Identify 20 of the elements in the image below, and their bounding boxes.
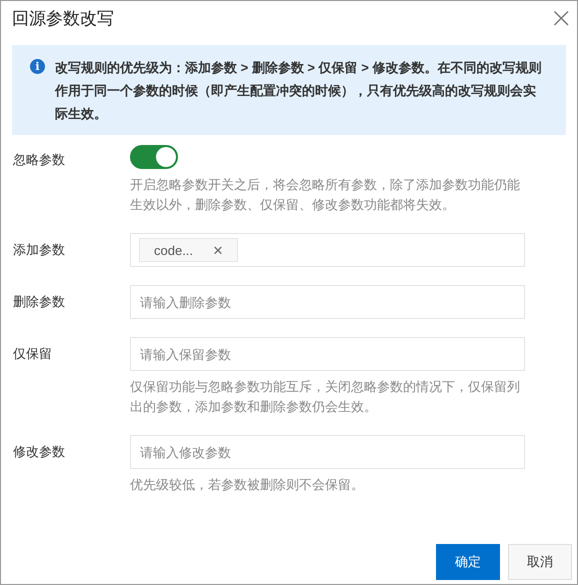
field-label: 忽略参数 bbox=[13, 151, 66, 169]
field-label: 删除参数 bbox=[13, 293, 66, 311]
dialog-title: 回源参数改写 bbox=[12, 8, 114, 30]
cancel-button[interactable]: 取消 bbox=[508, 544, 572, 580]
hint-text: 开启忽略参数开关之后，将会忽略所有参数，除了添加参数功能仍能生效以外，删除参数、仅保留、修改参数功能都将失效。 bbox=[130, 176, 521, 214]
input-field[interactable]: 请输入保留参数 bbox=[130, 337, 525, 371]
tag-input-field[interactable]: code... × bbox=[130, 233, 525, 267]
info-icon: i bbox=[30, 59, 45, 74]
input-field[interactable]: 请输入删除参数 bbox=[130, 285, 525, 319]
info-text: 改写规则的优先级为：添加参数 > 删除参数 > 仅保留 > 修改参数。在不同的改写规则作用于同一个参数的时候（即产生配置冲突的时候），只有优先级高的改写规则会实际生效。 bbox=[55, 59, 542, 123]
field-label: 仅保留 bbox=[13, 345, 53, 363]
hint-text: 仅保留功能与忽略参数功能互斥，关闭忽略参数的情况下，仅保留列出的参数，添加参数和删除参数仍会生效。 bbox=[130, 378, 521, 416]
tag-text: code... bbox=[154, 242, 194, 258]
field-label: 添加参数 bbox=[13, 241, 66, 259]
hint-text: 优先级较低，若参数被删除则不会保留。 bbox=[130, 476, 365, 494]
confirm-button[interactable]: 确定 bbox=[436, 544, 500, 580]
input-field[interactable]: 请输入修改参数 bbox=[130, 435, 525, 469]
remove-tag-icon[interactable]: × bbox=[213, 242, 223, 258]
field-label: 修改参数 bbox=[13, 443, 66, 461]
toggle-switch[interactable] bbox=[130, 145, 178, 169]
